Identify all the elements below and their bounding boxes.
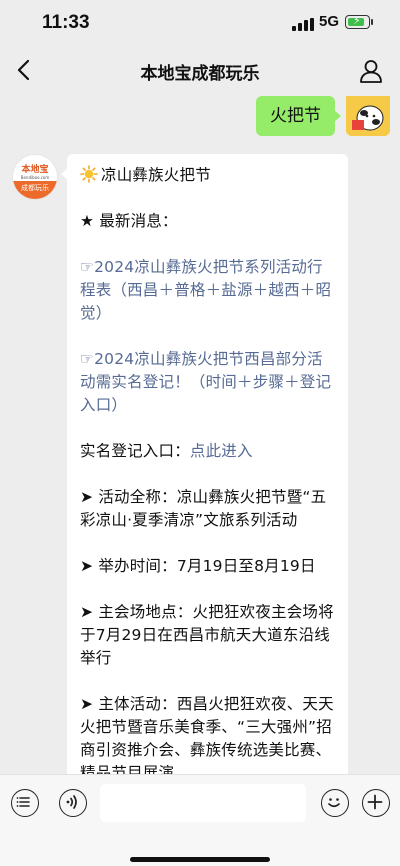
news-heading: ★ 最新消息：: [80, 212, 178, 230]
register-link[interactable]: 点此进入: [190, 442, 253, 460]
event-main-activities: ➤ 主体活动：西昌火把狂欢夜、天天火把节暨音乐美食季、“三大强州”招商引资推介会…: [80, 695, 334, 774]
chat-area[interactable]: 火把节 本地宝 Bendibao.com 成都玩乐 凉山彝族火把节 ★ 最新消息…: [0, 96, 400, 774]
message-input[interactable]: [100, 784, 306, 822]
event-venue: ➤ 主会场地点：火把狂欢夜主会场将于7月29日在西昌市航天大道东沿线举行: [80, 603, 334, 667]
list-menu-icon: [16, 797, 30, 807]
person-icon[interactable]: [358, 58, 384, 84]
status-time: 11:33: [42, 12, 90, 33]
registration-news-link[interactable]: ☞2024凉山彝族火把节西昌部分活动需实名登记！（时间＋步骤＋登记入口）: [80, 348, 336, 417]
battery-nub: [371, 19, 373, 25]
event-full-name: ➤ 活动全称：凉山彝族火把节暨“五彩凉山·夏季清凉”文旅系列活动: [80, 488, 327, 529]
avatar-brand: 本地宝: [21, 165, 49, 175]
register-line: 实名登记入口：点此进入: [80, 440, 336, 463]
sun-icon: [80, 165, 98, 183]
avatar-subtitle: 成都玩乐: [13, 181, 57, 199]
message-title: 凉山彝族火把节: [101, 166, 211, 184]
register-label: 实名登记入口：: [80, 442, 190, 460]
page-title: 本地宝成都玩乐: [140, 64, 260, 84]
avatar-domain: Bendibao.com: [20, 175, 50, 180]
status-bar: 11:33 5G ⚡: [0, 0, 400, 46]
home-indicator[interactable]: [130, 857, 270, 862]
my-avatar[interactable]: [346, 96, 390, 136]
voice-wave-icon: [66, 795, 77, 809]
voice-button[interactable]: [59, 789, 87, 817]
network-label: 5G: [319, 13, 340, 30]
plus-icon: [367, 794, 383, 810]
cow-avatar-icon: [346, 96, 390, 136]
schedule-link[interactable]: ☞2024凉山彝族火把节系列活动行程表（西昌＋普格＋盐源＋越西＋昭觉）: [80, 256, 336, 325]
input-bar: [0, 774, 400, 866]
bot-avatar[interactable]: 本地宝 Bendibao.com 成都玩乐: [12, 154, 58, 200]
signal-icon: [292, 18, 314, 31]
sent-message-bubble[interactable]: 火把节: [256, 96, 341, 136]
emoji-button[interactable]: [321, 789, 349, 817]
event-time: ➤ 举办时间：7月19日至8月19日: [80, 557, 316, 575]
menu-toggle-button[interactable]: [11, 789, 39, 817]
nav-bar: 本地宝成都玩乐: [0, 46, 400, 96]
smiley-icon: [328, 798, 340, 808]
battery-icon: ⚡: [345, 14, 370, 29]
more-button[interactable]: [362, 789, 390, 817]
received-message-bubble[interactable]: 凉山彝族火把节 ★ 最新消息： ☞2024凉山彝族火把节系列活动行程表（西昌＋普…: [61, 154, 348, 774]
message-title-line: 凉山彝族火把节: [80, 164, 336, 187]
